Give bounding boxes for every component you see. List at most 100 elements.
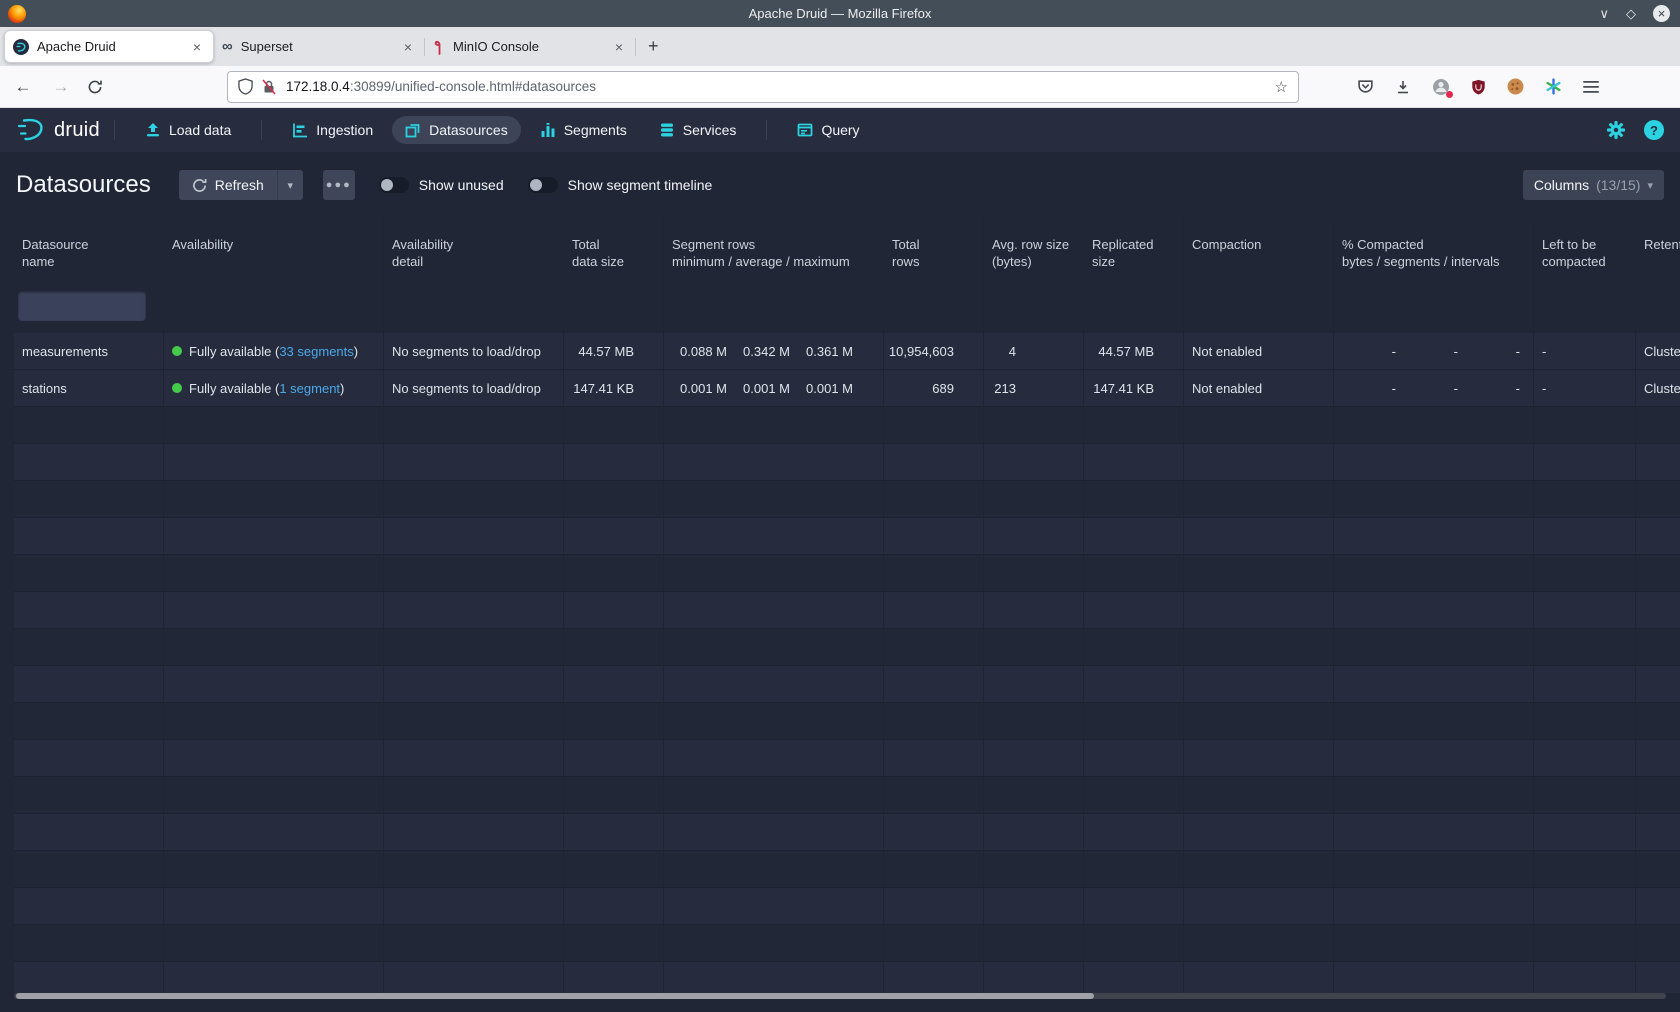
empty-cell <box>14 555 164 592</box>
col-header-availability_detail[interactable]: Availabilitydetail <box>384 218 564 278</box>
empty-cell <box>1084 740 1184 777</box>
reload-button[interactable] <box>82 79 108 95</box>
nav-item-datasources[interactable]: Datasources <box>392 116 521 144</box>
tracking-shield-icon[interactable] <box>238 78 253 95</box>
druid-brand[interactable]: druid <box>16 117 100 143</box>
empty-cell <box>984 629 1084 666</box>
cookie-icon[interactable] <box>1507 78 1524 95</box>
empty-cell <box>1084 592 1184 629</box>
nav-item-ingestion[interactable]: Ingestion <box>279 116 386 144</box>
tab-title: Apache Druid <box>37 39 189 54</box>
col-header-replicated_size[interactable]: Replicatedsize <box>1084 218 1184 278</box>
new-tab-button[interactable]: + <box>648 36 659 57</box>
tab-close-icon[interactable]: × <box>611 39 627 55</box>
empty-cell <box>164 629 384 666</box>
extension-icon[interactable] <box>1432 78 1450 96</box>
horizontal-scrollbar-thumb[interactable] <box>16 993 1094 999</box>
bookmark-star-icon[interactable]: ☆ <box>1275 78 1288 96</box>
settings-gear-icon[interactable] <box>1606 120 1626 140</box>
empty-cell <box>164 962 384 993</box>
tab-apache-druid[interactable]: Apache Druid × <box>4 30 214 63</box>
nav-item-load-data[interactable]: Load data <box>132 116 244 144</box>
columns-count: (13/15) <box>1596 177 1640 193</box>
empty-cell <box>1534 814 1636 851</box>
col-header-avg_row_size[interactable]: Avg. row size(bytes) <box>984 218 1084 278</box>
empty-cell <box>984 518 1084 555</box>
cell-avg_row_size: 4 <box>984 333 1084 370</box>
empty-cell <box>1534 962 1636 993</box>
datasources-table: DatasourcenameAvailabilityAvailabilityde… <box>14 218 1680 993</box>
show-unused-toggle[interactable] <box>379 177 409 193</box>
datasource-row-stations[interactable]: stationsFully available (1 segment)No se… <box>14 370 1680 407</box>
columns-button[interactable]: Columns (13/15) ▾ <box>1523 170 1664 200</box>
nav-item-services[interactable]: Services <box>646 116 750 144</box>
url-bar[interactable]: 172.18.0.4:30899/unified-console.html#da… <box>227 71 1299 103</box>
empty-cell <box>1084 703 1184 740</box>
asterisk-extension-icon[interactable] <box>1545 78 1562 95</box>
downloads-icon[interactable] <box>1395 79 1411 95</box>
nav-item-label: Load data <box>169 122 231 138</box>
tab-minio-console[interactable]: MinIO Console × <box>425 30 635 63</box>
col-header-name[interactable]: Datasourcename <box>14 218 164 278</box>
window-close-icon[interactable]: × <box>1653 5 1670 22</box>
ublock-icon[interactable] <box>1471 79 1486 95</box>
insecure-lock-icon[interactable] <box>262 79 276 95</box>
url-text[interactable]: 172.18.0.4:30899/unified-console.html#da… <box>286 79 596 94</box>
empty-row <box>14 925 1680 962</box>
empty-cell <box>1184 814 1334 851</box>
empty-cell <box>984 851 1084 888</box>
cell-replicated_size: 147.41 KB <box>1084 370 1184 407</box>
empty-cell <box>884 481 984 518</box>
query-icon <box>797 122 813 138</box>
empty-cell <box>1636 518 1680 555</box>
window-minimize-icon[interactable]: ∨ <box>1599 6 1609 22</box>
col-header-segment_rows[interactable]: Segment rowsminimum / average / maximum <box>664 218 884 278</box>
empty-cell <box>1534 703 1636 740</box>
nav-item-query[interactable]: Query <box>784 116 872 144</box>
empty-cell <box>1084 518 1184 555</box>
cell-retention: Cluster default <box>1636 370 1680 407</box>
datasource-row-measurements[interactable]: measurementsFully available (33 segments… <box>14 333 1680 370</box>
empty-cell <box>164 740 384 777</box>
empty-cell <box>664 777 884 814</box>
segments-link[interactable]: 1 segment <box>279 381 340 396</box>
tab-close-icon[interactable]: × <box>189 39 205 55</box>
col-header-retention[interactable]: Retention <box>1636 218 1680 278</box>
menu-hamburger-icon[interactable] <box>1583 80 1599 94</box>
empty-cell <box>1334 592 1534 629</box>
refresh-dropdown-button[interactable]: ▾ <box>277 170 303 200</box>
empty-cell <box>664 666 884 703</box>
refresh-button[interactable]: Refresh <box>179 170 277 200</box>
empty-cell <box>1334 814 1534 851</box>
horizontal-scrollbar-track[interactable] <box>14 993 1666 999</box>
empty-cell <box>164 777 384 814</box>
more-actions-button[interactable]: ●●● <box>323 170 355 200</box>
show-segment-timeline-toggle[interactable] <box>528 177 558 193</box>
empty-row <box>14 962 1680 993</box>
col-header-left_to_be_compacted[interactable]: Left to becompacted <box>1534 218 1636 278</box>
col-header-compaction[interactable]: Compaction <box>1184 218 1334 278</box>
back-button[interactable]: ← <box>10 77 36 97</box>
datasource-name-filter-input[interactable] <box>18 291 146 321</box>
col-header-total_rows[interactable]: Totalrows <box>884 218 984 278</box>
col-header-total_data_size[interactable]: Totaldata size <box>564 218 664 278</box>
forward-button[interactable]: → <box>48 77 74 97</box>
toggle-knob <box>381 179 393 191</box>
pocket-icon[interactable] <box>1357 78 1374 95</box>
empty-cell <box>1534 777 1636 814</box>
col-header-pct_compacted[interactable]: % Compactedbytes / segments / intervals <box>1334 218 1534 278</box>
tab-superset[interactable]: ∞ Superset × <box>214 30 424 63</box>
segments-link[interactable]: 33 segments <box>279 344 353 359</box>
empty-cell <box>1334 444 1534 481</box>
filter-cell-retention <box>1636 278 1680 333</box>
empty-cell <box>884 851 984 888</box>
help-icon[interactable]: ? <box>1644 120 1664 140</box>
window-maximize-icon[interactable]: ◇ <box>1626 6 1636 22</box>
nav-item-segments[interactable]: Segments <box>527 116 640 144</box>
empty-cell <box>884 888 984 925</box>
cell-total_data_size: 44.57 MB <box>564 333 664 370</box>
tab-close-icon[interactable]: × <box>400 39 416 55</box>
empty-cell <box>564 888 664 925</box>
col-header-availability[interactable]: Availability <box>164 218 384 278</box>
empty-cell <box>1334 962 1534 993</box>
